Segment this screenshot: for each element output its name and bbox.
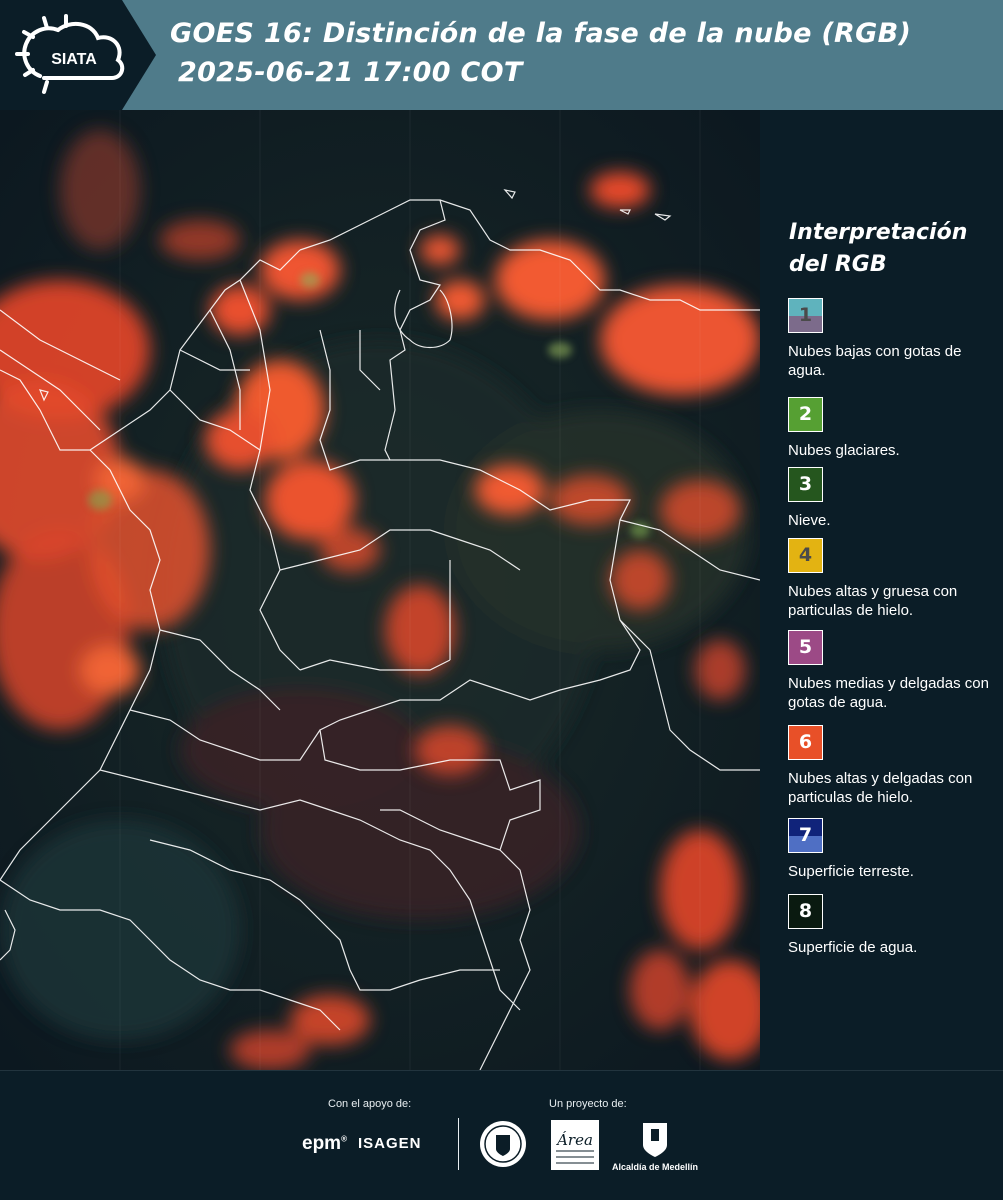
legend-item: 6 Nubes altas y delgadas con particulas …: [788, 725, 988, 807]
epm-logo-text: epm: [302, 1133, 342, 1154]
legend-item: 8 Superficie de agua.: [788, 894, 988, 957]
area-metropolitana-logo: Área: [551, 1120, 599, 1170]
legend-swatch: 8: [788, 894, 823, 929]
legend-title: Interpretación del RGB: [789, 220, 968, 277]
legend-label: Nubes bajas con gotas de agua.: [788, 343, 962, 379]
legend-swatch: 1: [788, 298, 823, 333]
isagen-logo-text: ISAGEN: [358, 1135, 422, 1152]
legend-swatch: 2: [788, 397, 823, 432]
legend-number: 3: [798, 473, 813, 495]
legend-label: Nubes altas y delgadas con particulas de…: [788, 770, 973, 806]
legend-label: Superficie de agua.: [788, 939, 918, 956]
legend-number: 5: [798, 636, 813, 658]
legend-item: 3 Nieve.: [788, 467, 988, 530]
legend-number: 6: [798, 731, 813, 753]
legend-swatch: 4: [788, 538, 823, 573]
legend-item: 5 Nubes medias y delgadas con gotas de a…: [788, 630, 989, 712]
gobernacion-seal-icon: [480, 1121, 526, 1167]
footer-divider: [458, 1118, 459, 1170]
project-label: Un proyecto de:: [549, 1098, 627, 1110]
legend-item: 1 Nubes bajas con gotas de agua.: [788, 298, 988, 380]
alcaldia-label: Alcaldía de Medellín: [612, 1162, 699, 1172]
legend-label: Nubes medias y delgadas con gotas de agu…: [788, 675, 989, 711]
legend-number: 8: [798, 900, 813, 922]
siata-logo-text: SIATA: [51, 51, 97, 68]
epm-logo: epm®: [302, 1133, 347, 1154]
legend-label: Nubes glaciares.: [788, 442, 900, 459]
legend-swatch: 6: [788, 725, 823, 760]
isagen-logo: ISAGEN: [358, 1135, 422, 1152]
legend-number: 2: [798, 403, 813, 425]
satellite-image: [0, 110, 760, 1070]
legend-item: 7 Superficie terreste.: [788, 818, 988, 881]
legend-label: Nubes altas y gruesa con particulas de h…: [788, 583, 958, 619]
support-label: Con el apoyo de:: [328, 1098, 412, 1110]
legend-number: 7: [798, 824, 813, 846]
siata-logo: SIATA: [15, 14, 125, 94]
legend-label: Superficie terreste.: [788, 863, 914, 880]
page-timestamp: 2025-06-21 17:00 COT: [178, 57, 523, 88]
legend-number: 1: [798, 304, 813, 326]
legend-swatch: 5: [788, 630, 823, 665]
page-title: GOES 16: Distinción de la fase de la nub…: [170, 18, 912, 49]
legend-label: Nieve.: [788, 512, 831, 529]
legend-number: 4: [798, 544, 813, 566]
satellite-map: [0, 110, 760, 1070]
header: SIATA GOES 16: Distinción de la fase de …: [0, 0, 1003, 110]
legend-panel: Interpretación del RGB 1 Nubes bajas con…: [760, 110, 1003, 1070]
footer: Con el apoyo de: Un proyecto de: epm® IS…: [0, 1070, 1003, 1200]
legend-swatch: 7: [788, 818, 823, 853]
legend-item: 2 Nubes glaciares.: [788, 397, 988, 460]
legend-swatch: 3: [788, 467, 823, 502]
area-logo-text: Área: [555, 1131, 593, 1149]
legend-item: 4 Nubes altas y gruesa con particulas de…: [788, 538, 988, 620]
alcaldia-shield-icon: [643, 1123, 667, 1157]
